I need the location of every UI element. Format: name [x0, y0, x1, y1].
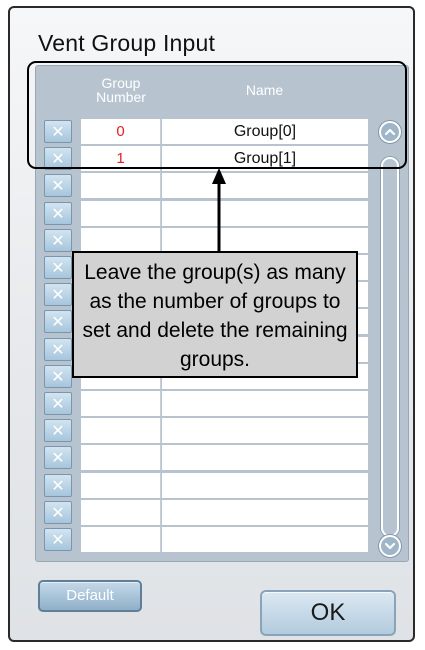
group-number-cell[interactable]	[81, 445, 161, 471]
delete-row-button[interactable]: ✕	[44, 120, 72, 143]
close-icon: ✕	[51, 312, 65, 332]
group-name-cell[interactable]	[162, 227, 368, 253]
group-number-cell[interactable]	[81, 173, 161, 199]
close-icon: ✕	[51, 421, 65, 441]
delete-row-button[interactable]: ✕	[44, 473, 72, 497]
group-number-cell[interactable]	[81, 527, 161, 552]
group-number-cell[interactable]: 0	[81, 119, 161, 144]
delete-row-button[interactable]: ✕	[44, 364, 72, 388]
group-number-cell[interactable]	[81, 227, 161, 253]
delete-row-button[interactable]: ✕	[44, 446, 72, 470]
close-icon: ✕	[51, 149, 65, 169]
group-number-cell[interactable]	[81, 418, 161, 444]
delete-row-button[interactable]: ✕	[44, 500, 72, 524]
close-icon: ✕	[51, 394, 65, 413]
group-name-cell[interactable]	[162, 200, 368, 226]
delete-row-button[interactable]: ✕	[44, 201, 72, 225]
group-number-cell[interactable]	[81, 499, 161, 525]
close-icon: ✕	[51, 230, 65, 250]
scroll-thumb[interactable]	[381, 157, 399, 537]
delete-row-button[interactable]: ✕	[44, 147, 72, 171]
table-row: ✕	[36, 526, 408, 553]
chevron-up-icon	[384, 128, 396, 136]
delete-row-button[interactable]: ✕	[44, 310, 72, 334]
table-row: ✕ 0 Group[0]	[36, 118, 408, 145]
close-icon: ✕	[51, 285, 65, 305]
group-name-cell[interactable]	[162, 527, 368, 552]
delete-row-button[interactable]: ✕	[44, 528, 72, 551]
table-row: ✕	[36, 472, 408, 499]
group-name-cell[interactable]: Group[1]	[162, 146, 368, 172]
annotation-arrow-icon	[212, 168, 226, 252]
group-name-cell[interactable]	[162, 173, 368, 199]
table-row: ✕	[36, 390, 408, 417]
dialog-title: Vent Group Input	[38, 30, 216, 56]
table-row: ✕	[36, 444, 408, 471]
close-icon: ✕	[51, 475, 65, 495]
group-name-cell[interactable]	[162, 472, 368, 498]
group-number-cell[interactable]	[81, 391, 161, 416]
group-name-cell[interactable]	[162, 391, 368, 416]
delete-row-button[interactable]: ✕	[44, 337, 72, 361]
group-name-cell[interactable]: Group[0]	[162, 119, 368, 144]
delete-row-button[interactable]: ✕	[44, 283, 72, 307]
close-icon: ✕	[51, 258, 65, 277]
header-name: Name	[245, 82, 284, 98]
delete-row-button[interactable]: ✕	[44, 392, 72, 415]
delete-row-button[interactable]: ✕	[44, 228, 72, 252]
group-name-cell[interactable]	[162, 445, 368, 471]
close-icon: ✕	[51, 122, 65, 141]
close-icon: ✕	[51, 448, 65, 468]
close-icon: ✕	[51, 530, 65, 549]
close-icon: ✕	[51, 366, 65, 386]
scrollbar[interactable]	[379, 117, 401, 557]
close-icon: ✕	[51, 502, 65, 522]
group-name-cell[interactable]	[162, 499, 368, 525]
table-row: ✕	[36, 417, 408, 444]
scroll-down-button[interactable]	[379, 535, 401, 557]
annotation-callout: Leave the group(s) as many as the number…	[72, 251, 358, 378]
scroll-up-button[interactable]	[379, 121, 401, 143]
header-group-number: Group Number	[96, 75, 146, 105]
group-number-cell[interactable]	[81, 200, 161, 226]
table-row: ✕	[36, 499, 408, 526]
group-number-cell[interactable]: 1	[81, 146, 161, 172]
close-icon: ✕	[51, 203, 65, 223]
default-button[interactable]: Default	[38, 580, 142, 612]
close-icon: ✕	[51, 176, 65, 196]
ok-button[interactable]: OK	[260, 590, 396, 636]
close-icon: ✕	[51, 339, 65, 359]
delete-row-button[interactable]: ✕	[44, 256, 72, 279]
group-number-cell[interactable]	[81, 472, 161, 498]
delete-row-button[interactable]: ✕	[44, 419, 72, 443]
delete-row-button[interactable]: ✕	[44, 174, 72, 198]
group-name-cell[interactable]	[162, 418, 368, 444]
chevron-down-icon	[384, 542, 396, 550]
